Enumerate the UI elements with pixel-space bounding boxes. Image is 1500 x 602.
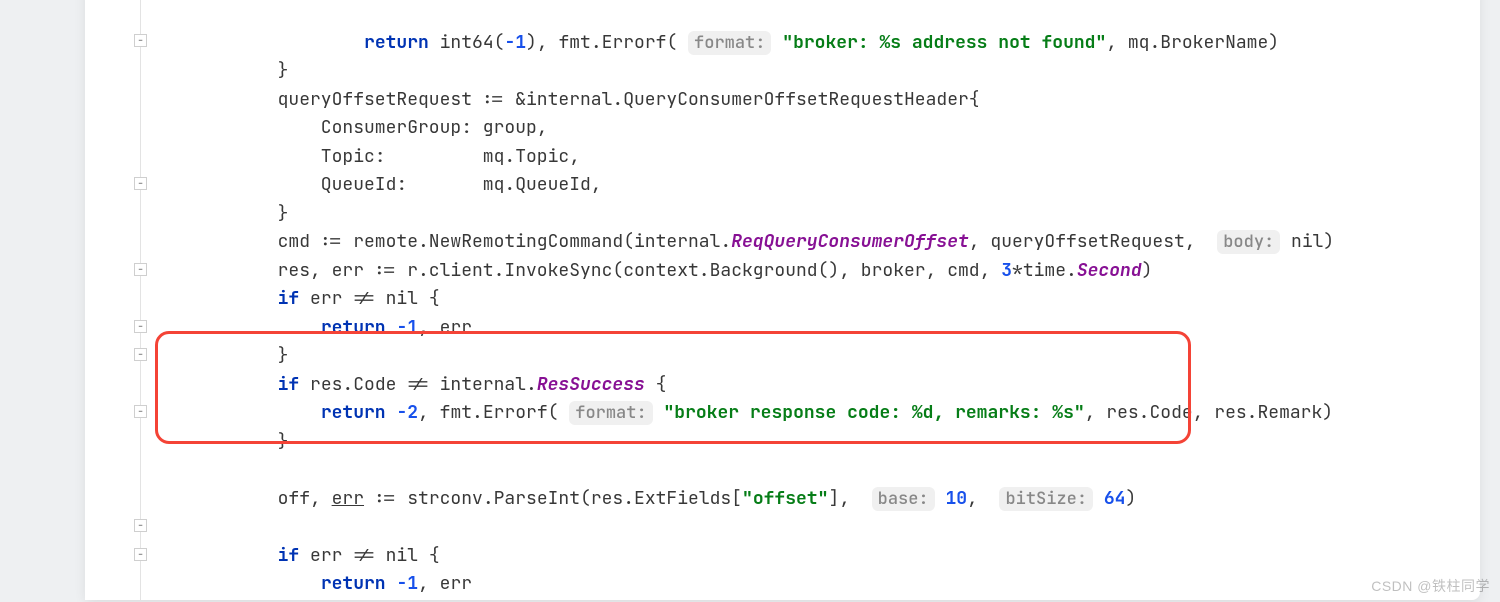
- code-line[interactable]: if res.Code != internal.ResSuccess {: [140, 342, 1480, 371]
- code-line[interactable]: QueueId: mq.QueueId,: [140, 143, 1480, 172]
- code-line[interactable]: ConsumerGroup: group,: [140, 86, 1480, 115]
- code-line[interactable]: Topic: mq.Topic,: [140, 114, 1480, 143]
- code-line[interactable]: return int64(-1), fmt.Errorf( format: "b…: [140, 0, 1480, 29]
- code-line[interactable]: return -1, err: [140, 285, 1480, 314]
- gutter[interactable]: − − − − − − − − −: [85, 0, 141, 600]
- code-line[interactable]: off, err := strconv.ParseInt(res.ExtFiel…: [140, 456, 1480, 485]
- code-line[interactable]: queryOffsetRequest := &internal.QueryCon…: [140, 57, 1480, 86]
- code-line[interactable]: }: [140, 399, 1480, 428]
- code-line[interactable]: res, err := r.client.InvokeSync(context.…: [140, 228, 1480, 257]
- code-line[interactable]: [140, 485, 1480, 514]
- code-line[interactable]: return -1, err: [140, 542, 1480, 571]
- code-line[interactable]: }: [140, 570, 1480, 599]
- code-line[interactable]: if err != nil {: [140, 513, 1480, 542]
- code-line[interactable]: if err != nil {: [140, 257, 1480, 286]
- code-line[interactable]: [140, 428, 1480, 457]
- editor-frame: − − − − − − − − − return int64(-1), fmt.…: [85, 0, 1480, 600]
- watermark: CSDN @铁柱同学: [1371, 576, 1490, 596]
- code-line[interactable]: cmd := remote.NewRemotingCommand(interna…: [140, 200, 1480, 229]
- code-line[interactable]: }: [140, 171, 1480, 200]
- code-area[interactable]: return int64(-1), fmt.Errorf( format: "b…: [140, 0, 1480, 600]
- editor-surface: − − − − − − − − − return int64(-1), fmt.…: [0, 0, 1500, 602]
- code-line[interactable]: }: [140, 314, 1480, 343]
- code-line[interactable]: }: [140, 29, 1480, 58]
- code-line[interactable]: return -2, fmt.Errorf( format: "broker r…: [140, 371, 1480, 400]
